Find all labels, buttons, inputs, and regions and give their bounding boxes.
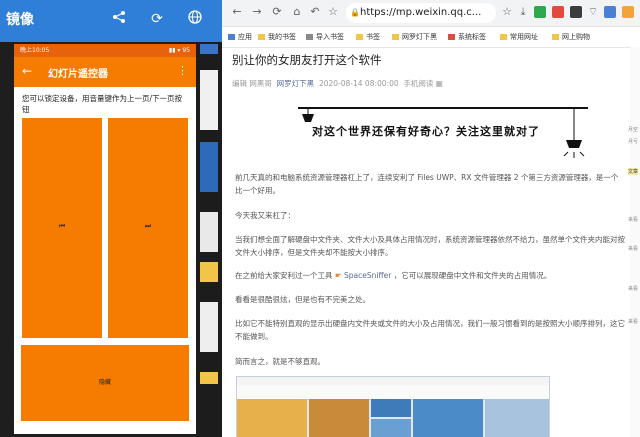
side-text: 来看	[627, 246, 638, 252]
paragraph: 在之前给大家安利过一个工具 ☛ SpaceSniffer ，它可以展现硬盘中文件…	[235, 269, 625, 282]
back-arrow-icon[interactable]: ←	[22, 64, 32, 78]
download-icon[interactable]: ⤓	[516, 5, 530, 19]
bookmark-folder[interactable]: 书签	[356, 27, 380, 47]
previous-icon: ⏮	[58, 222, 66, 230]
globe-icon[interactable]	[186, 10, 204, 28]
side-text: 来看	[627, 286, 638, 292]
more-vertical-icon[interactable]: ⋮	[177, 64, 188, 77]
url-text: https://mp.weixin.qq.c...	[360, 7, 482, 18]
article: 别让你的女朋友打开这个软件 编辑 网黑哥 网罗灯下黑 2020-08-14 08…	[222, 47, 640, 437]
side-text: 月亏	[627, 139, 638, 145]
browser-window: ← → ⟳ ⌂ ↶ ☆ 🔒 https://mp.weixin.qq.c... …	[222, 0, 640, 437]
paragraph: 简而言之，就是不够直观。	[235, 357, 325, 366]
side-text: 来看	[627, 217, 638, 223]
paragraph: 看看是很酷很炫，但是也有不完美之处。	[235, 295, 370, 304]
lock-icon: 🔒	[350, 8, 360, 17]
next-icon: ⏭	[144, 222, 152, 230]
paragraph: 比如它不能特别直观的显示出硬盘内文件夹或文件的大小及占用情况，我们一般习惯看到的…	[235, 319, 625, 341]
star-icon[interactable]: ☆	[500, 5, 514, 19]
next-slide-button[interactable]: ⏭	[108, 118, 188, 338]
extension-icon[interactable]	[622, 6, 634, 18]
wifi-icon[interactable]: ⌔	[586, 5, 600, 19]
paragraph: 前几天真的和电脑系统资源管理器杠上了，连续安利了 Files UWP、RX 文件…	[235, 173, 619, 195]
desktop-tile	[200, 44, 218, 54]
article-title: 别让你的女朋友打开这个软件	[232, 53, 382, 67]
bookmark-folder[interactable]: 网罗灯下黑	[392, 27, 437, 47]
app-title: 幻灯片遥控器	[48, 69, 108, 80]
status-indicators: ▮▮ ▾ 95	[168, 47, 190, 54]
banner-text: 对这个世界还保有好奇心？关注这里就对了	[312, 125, 540, 138]
background-desktop-strip	[196, 42, 222, 437]
mirror-title-bar: 镜像 ⟳	[0, 0, 222, 42]
app-bar: ← 幻灯片遥控器 ⋮	[14, 57, 196, 87]
qrcode-icon[interactable]: ▦	[436, 79, 443, 88]
hide-label: 隐藏	[98, 379, 111, 386]
browser-toolbar: ← → ⟳ ⌂ ↶ ☆ 🔒 https://mp.weixin.qq.c... …	[222, 0, 640, 27]
desktop-tile	[200, 262, 218, 282]
status-bar: 晚上10:05 ▮▮ ▾ 95	[14, 44, 196, 57]
bookmark-toggle-icon[interactable]: ☆	[326, 5, 340, 19]
article-meta: 编辑 网黑哥 网罗灯下黑 2020-08-14 08:00:00 手机阅读 ▦	[232, 78, 443, 89]
meta-account-link[interactable]: 网罗灯下黑	[277, 79, 315, 88]
address-bar[interactable]: 🔒 https://mp.weixin.qq.c...	[346, 3, 496, 23]
forward-icon[interactable]: →	[250, 5, 264, 19]
desktop-tile	[200, 70, 218, 130]
extension-icon[interactable]	[552, 6, 564, 18]
hand-pointer-icon: ☛	[334, 271, 342, 280]
paragraph-text: 在之前给大家安利过一个工具	[235, 271, 333, 280]
follow-banner: 对这个世界还保有好奇心？关注这里就对了	[298, 104, 588, 160]
home-icon[interactable]: ⌂	[290, 5, 304, 19]
meta-date: 2020-08-14 08:00:00	[318, 79, 399, 88]
screenshot-titlebar	[237, 377, 549, 385]
extension-icon[interactable]	[534, 6, 546, 18]
undo-icon[interactable]: ↶	[308, 5, 322, 19]
status-time: 晚上10:05	[20, 47, 50, 54]
side-text: 月空	[627, 127, 638, 133]
screenshot-treemap	[237, 399, 549, 437]
hide-button[interactable]: 隐藏	[21, 345, 189, 421]
desktop-tile	[200, 372, 218, 384]
mirror-title: 镜像	[6, 12, 34, 28]
back-icon[interactable]: ←	[230, 5, 244, 19]
side-tag: 文章	[627, 168, 638, 175]
extension-icon[interactable]	[604, 6, 616, 18]
screenshot-toolbar	[237, 385, 549, 400]
paragraph: 今天我又来杠了：	[235, 211, 295, 220]
spacesniffer-link[interactable]: SpaceSniffer	[344, 271, 391, 280]
article-screenshot-image	[236, 376, 550, 437]
page-scrollbar[interactable]	[630, 47, 640, 437]
bookmark-apps[interactable]: 应用	[228, 27, 252, 47]
side-text: 来看	[627, 319, 638, 325]
bookmarks-bar: 应用 我的书签 导入书签 书签 网罗灯下黑 系统标签 常用网址 网上购物	[222, 27, 640, 48]
paragraph-text: ，它可以展现硬盘中文件和文件夹的占用情况。	[393, 271, 552, 280]
bookmark-folder[interactable]: 我的书签	[258, 27, 296, 47]
bookmark-folder[interactable]: 系统标签	[448, 27, 486, 47]
phone-screen: 晚上10:05 ▮▮ ▾ 95 ← 幻灯片遥控器 ⋮ 您可以锁定设备，用音量键作…	[14, 44, 196, 434]
reload-icon[interactable]: ⟳	[270, 5, 284, 19]
bookmark-folder[interactable]: 常用网址	[500, 27, 538, 47]
desktop-tile	[200, 142, 218, 192]
extension-icon[interactable]	[570, 6, 582, 18]
meta-read-on-phone[interactable]: 手机阅读	[403, 79, 433, 88]
mirror-window: 镜像 ⟳ 晚上10:05 ▮▮ ▾ 95 ← 幻灯片遥控器 ⋮ 您可以锁定设备，…	[0, 0, 222, 437]
previous-slide-button[interactable]: ⏮	[22, 118, 102, 338]
meta-author: 编辑 网黑哥	[232, 79, 272, 88]
instructions-text: 您可以锁定设备，用音量键作为上一页/下一页按钮	[22, 94, 183, 114]
bookmark-folder[interactable]: 网上购物	[552, 27, 590, 47]
paragraph: 当我们想全面了解硬盘中文件夹、文件大小及具体占用情况时，系统资源管理器依然不给力…	[235, 235, 625, 257]
share-icon[interactable]	[110, 10, 128, 28]
refresh-icon[interactable]: ⟳	[148, 10, 166, 28]
desktop-tile	[200, 302, 218, 352]
bookmark-import[interactable]: 导入书签	[306, 27, 344, 47]
desktop-tile	[200, 212, 218, 252]
